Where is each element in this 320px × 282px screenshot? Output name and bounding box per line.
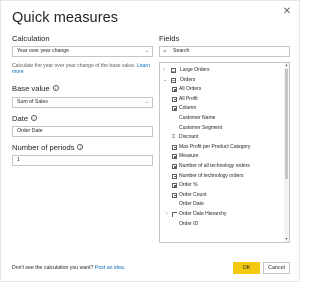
field-item-label: All Orders xyxy=(179,86,202,93)
field-item[interactable]: Order Date xyxy=(160,200,284,209)
table-icon xyxy=(171,77,176,83)
field-item-label: Measure xyxy=(179,153,199,160)
base-value-well[interactable]: Sum of Sales ⌄ xyxy=(12,97,153,108)
field-item-label: Order Date Hierarchy xyxy=(179,211,227,217)
quick-measures-dialog: Quick measures ✕ Calculation Year over y… xyxy=(0,0,300,282)
chevron-right-icon[interactable]: › xyxy=(163,66,165,75)
periods-label: Number of periods i xyxy=(12,143,84,152)
calc-icon xyxy=(172,183,177,189)
field-item[interactable]: Number of all technology orders xyxy=(160,162,284,171)
cancel-button[interactable]: Cancel xyxy=(263,262,290,274)
field-item-label: Large Orders xyxy=(180,67,210,73)
calc-icon xyxy=(172,87,177,93)
dialog-title: Quick measures xyxy=(12,10,119,26)
scrollbar-thumb[interactable] xyxy=(285,69,288,179)
periods-value: 1 xyxy=(17,157,20,163)
field-item-label: Order ID xyxy=(179,220,199,227)
info-icon[interactable]: i xyxy=(52,85,59,91)
date-text: Order Date xyxy=(17,128,43,134)
calc-icon xyxy=(172,192,177,198)
field-item-label: Max Profit per Product Category xyxy=(179,143,251,150)
calc-icon xyxy=(172,144,177,150)
field-item[interactable]: Number of technology orders xyxy=(160,172,284,181)
chevron-down-icon: ⌄ xyxy=(144,99,149,105)
field-item-label: Order % xyxy=(179,182,198,189)
info-icon[interactable]: i xyxy=(31,115,38,121)
table-icon xyxy=(171,68,176,73)
info-icon[interactable]: i xyxy=(77,144,84,150)
field-item-label: Customer Segment xyxy=(179,124,223,131)
field-item-label: Number of all technology orders xyxy=(179,163,250,169)
field-item[interactable]: Column xyxy=(160,104,284,113)
calc-icon xyxy=(172,96,177,102)
field-item[interactable]: All Profit xyxy=(160,95,284,104)
field-item[interactable]: Max Profit per Product Category xyxy=(160,143,284,152)
search-icon: ⌕ xyxy=(163,48,167,55)
field-item[interactable]: Measure xyxy=(160,152,284,161)
search-placeholder: Search xyxy=(173,48,190,54)
scroll-down-icon[interactable]: ▼ xyxy=(284,237,289,242)
calculation-description: Calculate the year over year change of t… xyxy=(12,63,153,75)
base-value-label: Base value i xyxy=(12,84,59,93)
scrollbar[interactable]: ▲ ▼ xyxy=(284,63,289,242)
periods-label-text: Number of periods xyxy=(12,143,75,152)
date-label-text: Date xyxy=(12,114,29,123)
hierarchy-icon xyxy=(172,212,177,217)
field-item[interactable]: Order ID xyxy=(160,220,284,229)
base-value-label-text: Base value xyxy=(12,84,50,93)
field-item[interactable]: Σ Discount xyxy=(160,133,284,142)
field-list[interactable]: ▲ ▼ › Large Orders ⌄ Orders All Orders All Pr… xyxy=(159,62,290,243)
calc-icon xyxy=(172,106,177,112)
field-item-label: Order Date xyxy=(179,201,204,208)
chevron-down-icon: ⌄ xyxy=(144,48,149,54)
field-item[interactable]: ⌄ Orders xyxy=(160,76,284,85)
calculation-dropdown[interactable]: Year over year change ⌄ xyxy=(12,46,153,57)
footer-prompt-text: Don't see the calculation you want? xyxy=(12,265,94,271)
field-item-label: All Profit xyxy=(179,95,198,102)
ok-button[interactable]: OK xyxy=(233,262,260,274)
footer-prompt: Don't see the calculation you want? Post… xyxy=(12,265,125,271)
base-value-text: Sum of Sales xyxy=(17,99,48,105)
post-idea-link[interactable]: Post an idea. xyxy=(95,265,125,271)
field-item[interactable]: Customer Segment xyxy=(160,124,284,133)
field-item-label: Order Count xyxy=(179,191,207,198)
field-item[interactable]: Order Count xyxy=(160,191,284,200)
field-item[interactable]: › Order Date Hierarchy xyxy=(160,210,284,219)
calc-icon xyxy=(172,173,177,179)
chevron-right-icon[interactable]: › xyxy=(166,210,168,219)
field-item-label: Number of technology orders xyxy=(179,172,244,179)
field-item-label: Column xyxy=(179,105,197,112)
field-item[interactable]: All Orders xyxy=(160,85,284,94)
sigma-icon: Σ xyxy=(172,134,176,141)
scroll-up-icon[interactable]: ▲ xyxy=(284,63,289,68)
calculation-selected: Year over year change xyxy=(17,48,70,54)
search-input[interactable]: ⌕ Search xyxy=(159,46,290,57)
field-item[interactable]: Order % xyxy=(160,181,284,190)
field-item-label: Discount xyxy=(179,134,199,141)
date-well[interactable]: Order Date xyxy=(12,126,153,137)
chevron-down-icon[interactable]: ⌄ xyxy=(163,76,167,85)
calc-icon xyxy=(172,164,177,169)
periods-input[interactable]: 1 xyxy=(12,155,153,166)
close-icon[interactable]: ✕ xyxy=(282,7,292,17)
date-label: Date i xyxy=(12,114,38,123)
calc-icon xyxy=(172,154,177,160)
field-item[interactable]: Customer Name xyxy=(160,114,284,123)
field-item-label: Customer Name xyxy=(179,115,216,121)
calculation-label: Calculation xyxy=(12,34,50,43)
fields-label: Fields xyxy=(159,34,180,43)
field-item-label: Orders xyxy=(180,76,196,83)
calculation-description-text: Calculate the year over year change of t… xyxy=(12,63,136,69)
field-item[interactable]: › Large Orders xyxy=(160,66,284,75)
